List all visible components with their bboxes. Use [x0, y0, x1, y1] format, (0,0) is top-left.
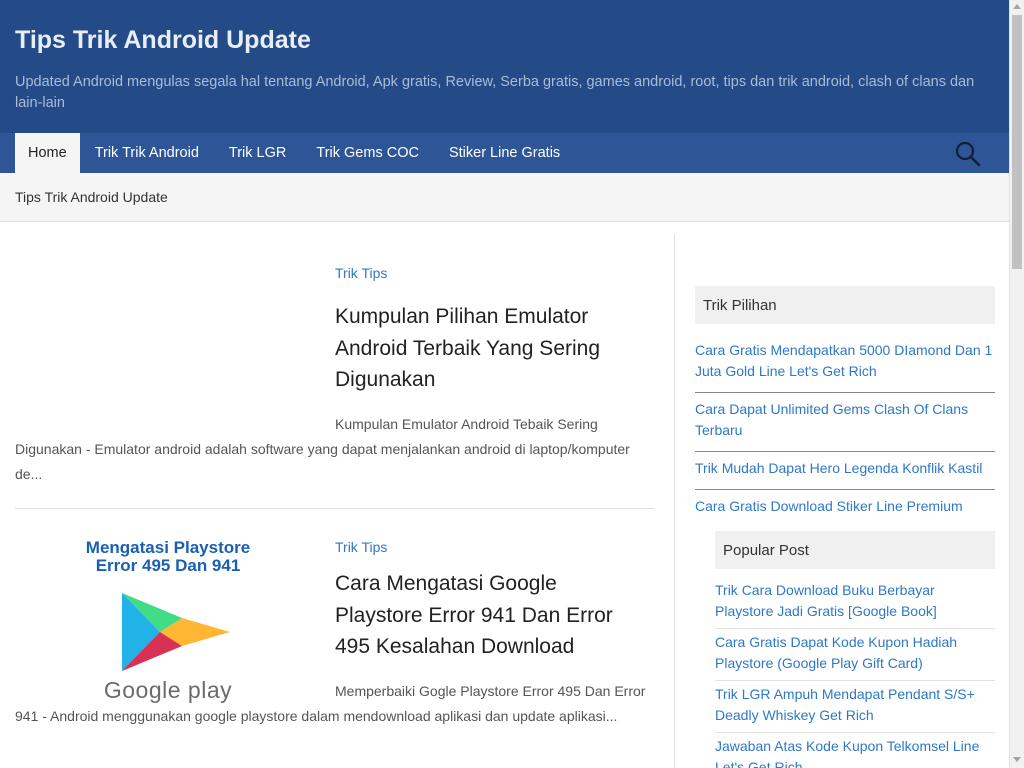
search-icon[interactable]: [955, 141, 981, 167]
popular-post-widget: Popular Post Trik Cara Download Buku Ber…: [715, 531, 995, 768]
nav-item-trik-gems-coc[interactable]: Trik Gems COC: [301, 133, 434, 173]
popular-post-link[interactable]: Jawaban Atas Kode Kupon Telkomsel Line L…: [715, 733, 995, 768]
post-category-link[interactable]: Trik Tips: [335, 265, 387, 281]
thumbnail-heading-line1: Mengatasi Playstore: [85, 538, 251, 557]
nav-item-trik-lgr[interactable]: Trik LGR: [214, 133, 301, 173]
popular-post-list: Trik Cara Download Buku Berbayar Playsto…: [715, 577, 995, 768]
post-item: Mengatasi Playstore Error 495 Dan 941 Go…: [15, 509, 654, 768]
post-excerpt: Kumpulan Emulator Android Tebaik Sering …: [15, 416, 630, 482]
breadcrumb: Tips Trik Android Update: [0, 173, 1009, 222]
scroll-down-arrow-icon[interactable]: [1013, 757, 1021, 762]
scrollbar-thumb[interactable]: [1012, 15, 1022, 269]
google-play-logo-icon: [122, 593, 230, 671]
trik-pilihan-link[interactable]: Cara Dapat Unlimited Gems Clash Of Clans…: [695, 393, 995, 452]
scroll-up-arrow-icon[interactable]: [1013, 4, 1021, 9]
thumbnail-heading: Mengatasi Playstore Error 495 Dan 941: [15, 539, 321, 575]
page: Tips Trik Android Update Updated Android…: [0, 0, 1009, 768]
popular-post-heading: Popular Post: [715, 531, 995, 569]
main-area: Trik Tips Kumpulan Pilihan Emulator Andr…: [0, 222, 1009, 768]
nav-item-home[interactable]: Home: [15, 133, 80, 173]
post-item: Trik Tips Kumpulan Pilihan Emulator Andr…: [15, 222, 654, 509]
trik-pilihan-list: Cara Gratis Mendapatkan 5000 DIamond Dan…: [695, 334, 995, 527]
nav-item-trik-trik-android[interactable]: Trik Trik Android: [80, 133, 214, 173]
trik-pilihan-link[interactable]: Cara Gratis Download Stiker Line Premium: [695, 490, 995, 527]
popular-post-link[interactable]: Trik Cara Download Buku Berbayar Playsto…: [715, 577, 995, 629]
post-title[interactable]: Kumpulan Pilihan Emulator Android Terbai…: [335, 301, 645, 396]
site-description: Updated Android mengulas segala hal tent…: [15, 74, 975, 111]
popular-post-link[interactable]: Trik LGR Ampuh Mendapat Pendant S/S+ Dea…: [715, 681, 995, 733]
main-nav: Home Trik Trik Android Trik LGR Trik Gem…: [0, 133, 1009, 173]
column-divider: [674, 234, 675, 768]
site-header: Tips Trik Android Update Updated Android…: [0, 0, 1009, 133]
site-title[interactable]: Tips Trik Android Update: [15, 26, 994, 55]
sidebar: Trik Pilihan Cara Gratis Mendapatkan 500…: [695, 286, 995, 768]
post-list: Trik Tips Kumpulan Pilihan Emulator Andr…: [15, 222, 654, 768]
nav-item-stiker-line-gratis[interactable]: Stiker Line Gratis: [434, 133, 575, 173]
post-excerpt: Memperbaiki Gogle Playstore Error 495 Da…: [15, 683, 646, 724]
trik-pilihan-link[interactable]: Cara Gratis Mendapatkan 5000 DIamond Dan…: [695, 334, 995, 393]
vertical-scrollbar[interactable]: [1009, 0, 1024, 768]
trik-pilihan-link[interactable]: Trik Mudah Dapat Hero Legenda Konflik Ka…: [695, 452, 995, 490]
post-category-link[interactable]: Trik Tips: [335, 539, 387, 555]
trik-pilihan-heading: Trik Pilihan: [695, 286, 995, 324]
post-title[interactable]: Cara Mengatasi Google Playstore Error 94…: [335, 568, 645, 663]
thumbnail-heading-line2: Error 495 Dan 941: [95, 556, 241, 575]
popular-post-link[interactable]: Cara Gratis Dapat Kode Kupon Hadiah Play…: [715, 629, 995, 681]
breadcrumb-label: Tips Trik Android Update: [15, 189, 168, 205]
